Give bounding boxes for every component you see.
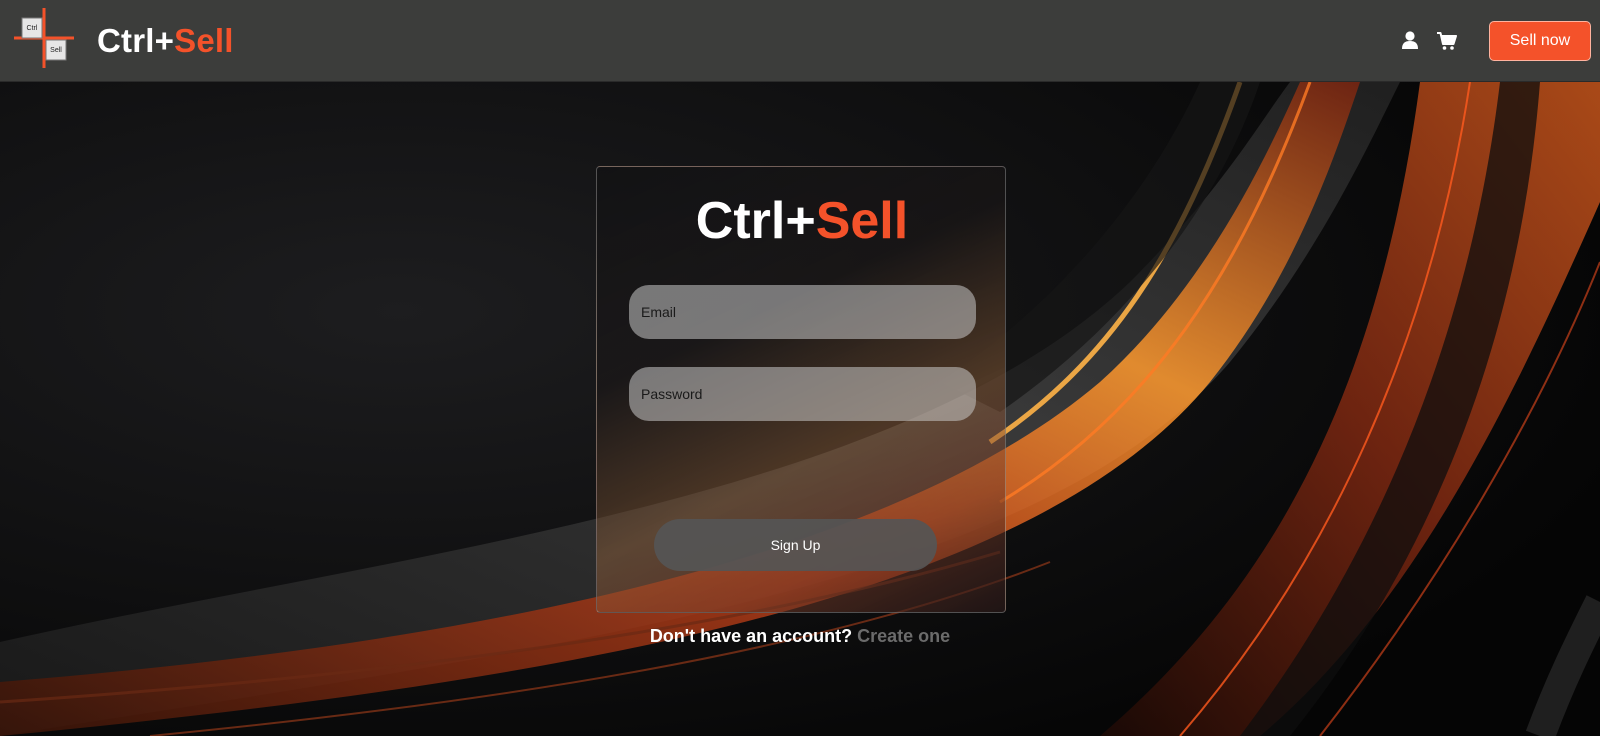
card-title-white: Ctrl+ — [695, 192, 816, 250]
user-icon[interactable] — [1400, 30, 1420, 50]
sign-up-button[interactable]: Sign Up — [654, 519, 937, 571]
brand-text-orange: Sell — [174, 22, 234, 59]
logo-icon[interactable]: Ctrl Sell — [12, 6, 76, 70]
brand-text-white: Ctrl+ — [97, 22, 175, 59]
create-account-link[interactable]: Create one — [857, 626, 950, 646]
create-account-prompt: Don't have an account? Create one — [0, 626, 1600, 647]
cart-icon[interactable] — [1437, 31, 1457, 51]
logo-key-top-label: Ctrl — [27, 25, 38, 32]
brand-logo-text[interactable]: Ctrl+Sell — [97, 22, 234, 60]
logo-key-bottom-label: Sell — [50, 47, 62, 54]
email-input[interactable] — [629, 285, 976, 339]
card-title-orange: Sell — [815, 192, 909, 250]
password-input[interactable] — [629, 367, 976, 421]
account-prompt-text: Don't have an account? — [649, 626, 853, 646]
sell-now-button[interactable]: Sell now — [1489, 21, 1591, 61]
top-navbar: Ctrl Sell Ctrl+Sell Sell now — [0, 0, 1600, 82]
login-card: Ctrl+Sell Sign Up — [596, 166, 1006, 613]
login-card-title: Ctrl+Sell — [597, 191, 1007, 251]
